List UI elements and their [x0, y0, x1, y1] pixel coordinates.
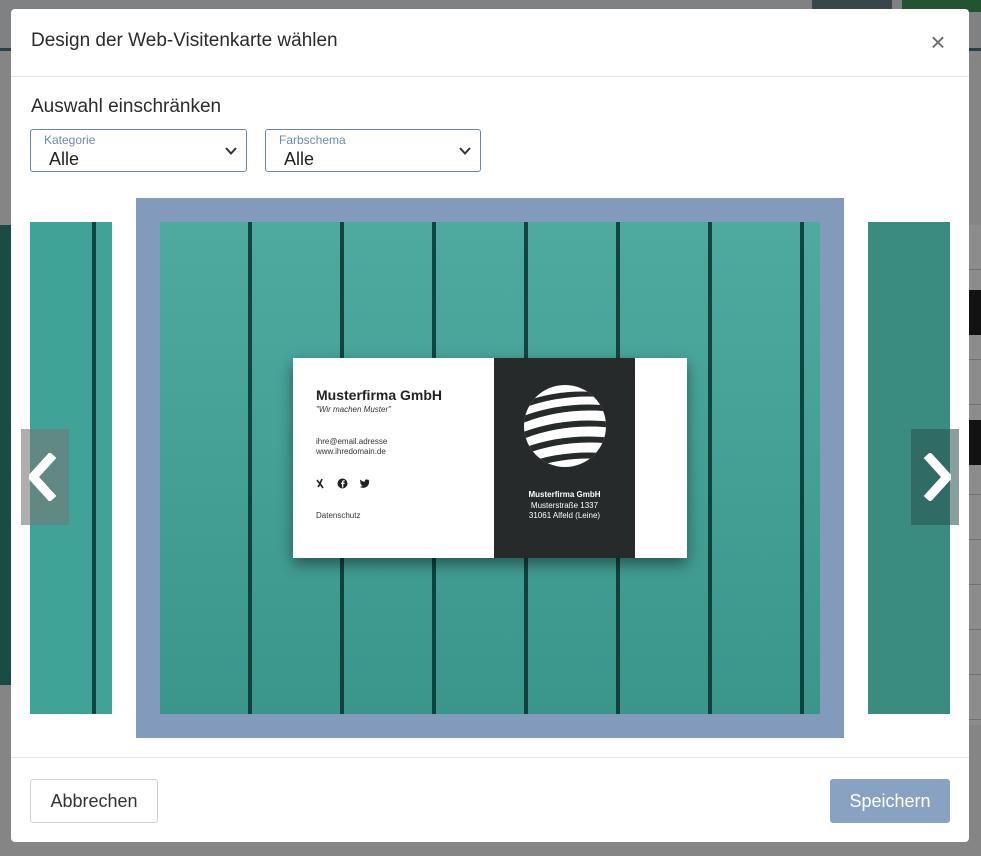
card-slogan: "Wir machen Muster"	[316, 405, 391, 414]
card-privacy-link: Datenschutz	[316, 511, 361, 520]
card-company-name: Musterfirma GmbH	[316, 387, 443, 403]
filter-heading: Auswahl einschränken	[31, 96, 222, 117]
category-select-label: Kategorie	[44, 133, 96, 147]
carousel-prev-button[interactable]	[21, 429, 69, 525]
card-address-name: Musterfirma GmbH	[528, 490, 601, 499]
xing-icon	[316, 476, 327, 489]
category-select-value: Alle	[49, 149, 80, 169]
design-picker-modal: Design der Web-Visitenkarte wählen × Aus…	[11, 9, 969, 842]
chevron-left-icon	[29, 453, 57, 501]
card-website: www.ihredomain.de	[316, 447, 386, 456]
design-carousel: Musterfirma GmbH "Wir machen Muster" ihr…	[11, 196, 969, 741]
chevron-down-icon	[459, 147, 471, 155]
cancel-button[interactable]: Abbrechen	[30, 779, 158, 823]
design-preview: Musterfirma GmbH "Wir machen Muster" ihr…	[160, 222, 820, 714]
modal-header: Design der Web-Visitenkarte wählen ×	[11, 9, 969, 77]
chevron-right-icon	[923, 453, 951, 501]
card-dark-panel: Musterfirma GmbH Musterstraße 1337 31061…	[494, 358, 635, 558]
card-email: ihre@email.adresse	[316, 437, 388, 446]
category-select[interactable]: Kategorie Alle	[30, 129, 247, 172]
color-scheme-select-label: Farbschema	[279, 133, 346, 147]
card-address-city: 31061 Alfeld (Leine)	[528, 511, 601, 520]
facebook-icon	[337, 476, 348, 489]
twitter-icon	[359, 476, 370, 488]
chevron-down-icon	[225, 147, 237, 155]
card-address-street: Musterstraße 1337	[530, 501, 599, 510]
color-scheme-select[interactable]: Farbschema Alle	[265, 129, 481, 172]
color-scheme-select-value: Alle	[284, 149, 315, 169]
close-button[interactable]: ×	[925, 27, 951, 57]
globe-logo-icon	[524, 385, 606, 467]
design-slide-selected[interactable]: Musterfirma GmbH "Wir machen Muster" ihr…	[136, 198, 844, 738]
modal-title: Design der Web-Visitenkarte wählen	[31, 30, 338, 51]
card-social-icons	[316, 476, 376, 489]
save-button[interactable]: Speichern	[830, 779, 950, 823]
business-card: Musterfirma GmbH "Wir machen Muster" ihr…	[293, 358, 687, 558]
modal-footer: Abbrechen Speichern	[11, 757, 969, 843]
carousel-next-button[interactable]	[911, 429, 959, 525]
